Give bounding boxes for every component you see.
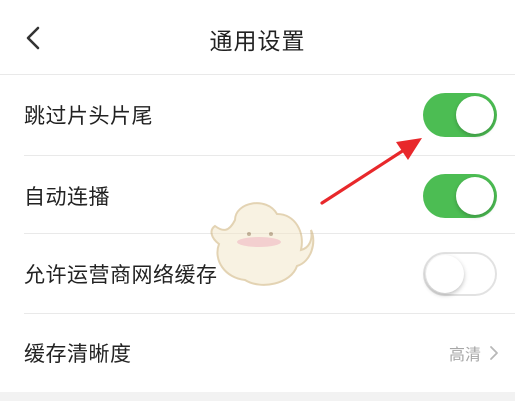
setting-row-autoplay-next[interactable]: 自动连播 — [0, 156, 515, 236]
toggle-knob — [426, 255, 464, 293]
skip-intro-outro-toggle[interactable] — [423, 93, 497, 137]
setting-label: 缓存清晰度 — [24, 342, 132, 366]
page-title: 通用设置 — [209, 29, 306, 55]
cache-quality-value: 高清 — [448, 345, 481, 364]
allow-mobile-network-cache-toggle[interactable] — [423, 252, 497, 296]
setting-label: 自动连播 — [24, 185, 110, 209]
header-bar: 通用设置 — [0, 0, 515, 74]
setting-row-cache-quality[interactable]: 缓存清晰度 高清 — [0, 314, 515, 392]
chevron-right-icon — [490, 346, 498, 360]
setting-label: 跳过片头片尾 — [24, 104, 153, 128]
toggle-knob — [456, 177, 494, 215]
autoplay-next-toggle[interactable] — [423, 174, 497, 218]
setting-row-skip-intro-outro[interactable]: 跳过片头片尾 — [0, 75, 515, 155]
section-gap — [0, 392, 515, 401]
setting-row-allow-mobile-network-cache[interactable]: 允许运营商网络缓存 — [0, 234, 515, 314]
setting-label: 允许运营商网络缓存 — [24, 263, 218, 287]
cache-quality-selector[interactable]: 高清 — [449, 341, 499, 365]
toggle-knob — [456, 96, 494, 134]
